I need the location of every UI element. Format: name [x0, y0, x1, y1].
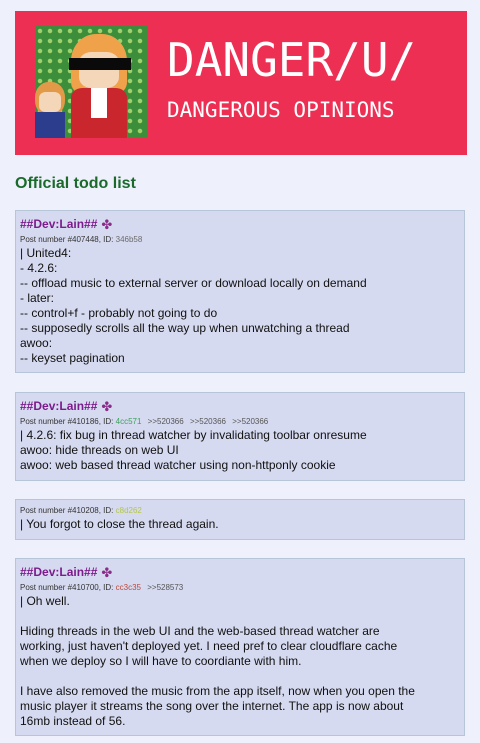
post: Post number #410208, ID: c8d262 | You fo… — [15, 499, 465, 540]
post-line — [20, 669, 460, 684]
poster-id: cc3c35 — [115, 583, 141, 592]
post-body: | United4: - 4.2.6: -- offload music to … — [20, 246, 460, 366]
poster-id: 4cc571 — [115, 417, 142, 426]
post-line — [20, 609, 460, 624]
post-meta: Post number #410208, ID: c8d262 — [20, 506, 460, 516]
post-line: -- keyset pagination — [20, 351, 125, 365]
post-body: | You forgot to close the thread again. — [20, 517, 460, 532]
clover-icon: ✤ — [101, 564, 113, 580]
board-banner: DANGER/U/ DANGEROUS OPINIONS — [15, 11, 467, 155]
clover-icon: ✤ — [101, 398, 113, 414]
post-line: I have also removed the music from the a… — [20, 684, 415, 698]
poster-name: ##Dev:Lain## — [20, 565, 98, 579]
post: ##Dev:Lain## ✤ Post number #410700, ID: … — [15, 558, 465, 736]
clover-icon: ✤ — [101, 216, 113, 232]
post-line: music player it streams the song over th… — [20, 699, 404, 713]
post-body: | 4.2.6: fix bug in thread watcher by in… — [20, 428, 460, 473]
post-meta: Post number #410700, ID: cc3c35 >>528573 — [20, 583, 460, 593]
post-line: | You forgot to close the thread again. — [20, 517, 219, 531]
post-line: when we deploy so I will have to coordia… — [20, 654, 302, 668]
post-line: | United4: — [20, 246, 72, 260]
post-meta: Post number #407448, ID: 346b58 — [20, 235, 460, 245]
post: ##Dev:Lain## ✤ Post number #410186, ID: … — [15, 392, 465, 481]
poster-name: ##Dev:Lain## — [20, 399, 98, 413]
post-line: working, just haven't deployed yet. I ne… — [20, 639, 398, 653]
post-line: -- supposedly scrolls all the way up whe… — [20, 321, 350, 335]
post-line: - 4.2.6: — [20, 261, 58, 275]
post-line: - later: — [20, 291, 55, 305]
post-line: awoo: web based thread watcher using non… — [20, 458, 336, 472]
quote-link[interactable]: >>520366 — [232, 417, 268, 426]
post-number[interactable]: Post number #410208, ID: — [20, 506, 116, 515]
quote-link[interactable]: >>520366 — [190, 417, 226, 426]
quote-link[interactable]: >>528573 — [147, 583, 183, 592]
post-line: -- control+f - probably not going to do — [20, 306, 218, 320]
post-line: awoo: — [20, 336, 53, 350]
quote-link[interactable]: >>520366 — [148, 417, 184, 426]
post-number[interactable]: Post number #410700, ID: — [20, 583, 116, 592]
post-line: 16mb instead of 56. — [20, 714, 126, 728]
post: ##Dev:Lain## ✤ Post number #407448, ID: … — [15, 210, 465, 373]
post-line: awoo: hide threads on web UI — [20, 443, 179, 457]
post-line: Hiding threads in the web UI and the web… — [20, 624, 380, 638]
post-line: | 4.2.6: fix bug in thread watcher by in… — [20, 428, 367, 442]
post-line: -- offload music to external server or d… — [20, 276, 367, 290]
banner-artwork — [35, 26, 147, 138]
post-meta: Post number #410186, ID: 4cc571 >>520366… — [20, 417, 460, 427]
poster-name: ##Dev:Lain## — [20, 217, 98, 231]
post-body: | Oh well. Hiding threads in the web UI … — [20, 594, 460, 729]
poster-id: 346b58 — [115, 235, 143, 244]
thread-title: Official todo list — [15, 175, 136, 192]
banner-subtitle: DANGEROUS OPINIONS — [167, 98, 395, 122]
post-number[interactable]: Post number #410186, ID: — [20, 417, 116, 426]
banner-title: DANGER/U/ — [167, 33, 417, 87]
post-number[interactable]: Post number #407448, ID: — [20, 235, 116, 244]
post-line: | Oh well. — [20, 594, 70, 608]
poster-id: c8d262 — [115, 506, 142, 515]
